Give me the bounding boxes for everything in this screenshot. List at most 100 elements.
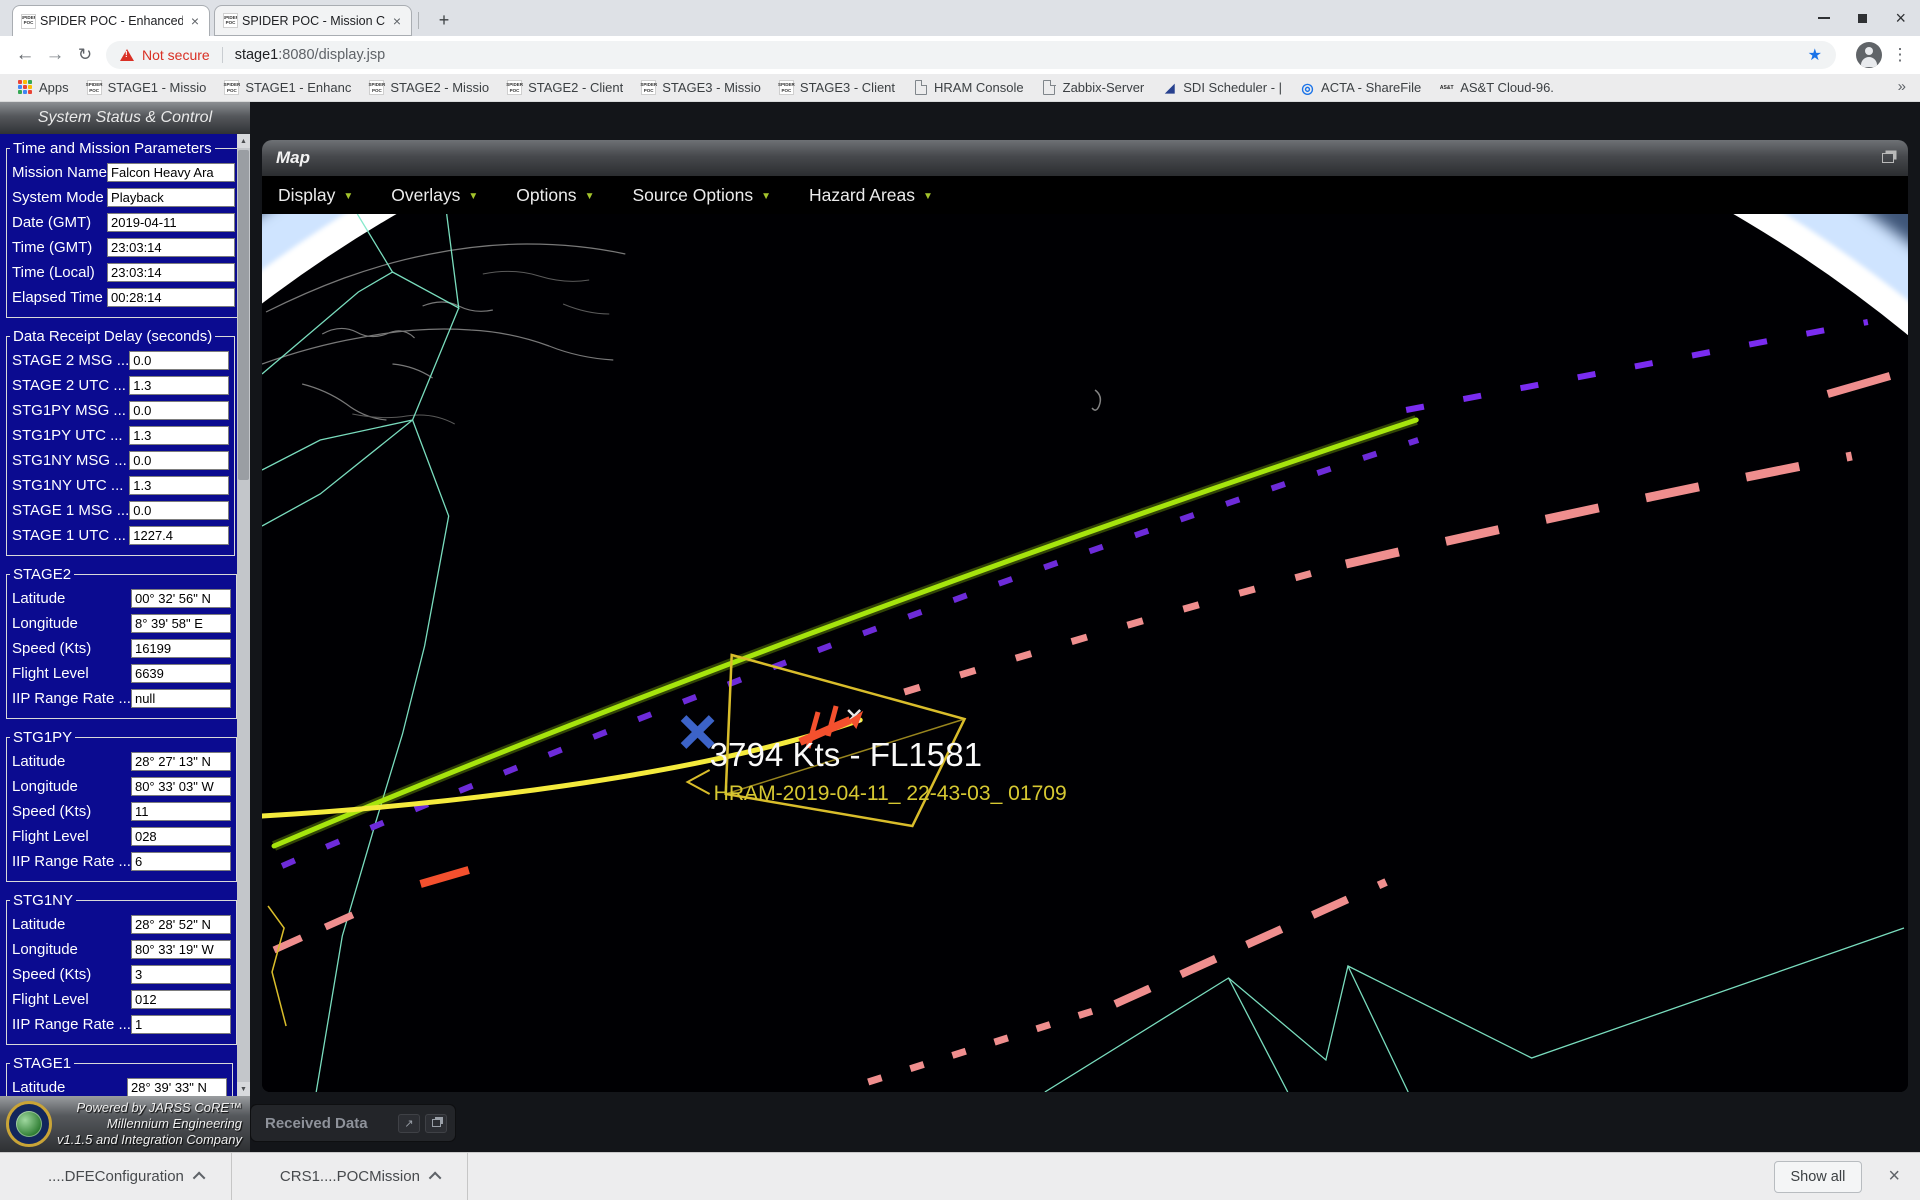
bookmark-label: Apps <box>39 80 69 95</box>
spider-favicon-icon <box>223 13 238 28</box>
favicon-icon <box>1439 80 1454 95</box>
tab-close-icon[interactable] <box>189 13 201 29</box>
field-label: Mission Name <box>12 164 107 181</box>
field-value-input[interactable] <box>131 827 231 846</box>
field-value-input[interactable] <box>129 426 229 445</box>
chevron-up-icon[interactable] <box>193 1172 206 1185</box>
bookmark-item[interactable]: ACTA - ShareFile <box>1292 77 1429 99</box>
field-value-input[interactable] <box>107 288 235 307</box>
show-all-downloads-button[interactable]: Show all <box>1774 1161 1863 1193</box>
bookmark-item[interactable]: STAGE1 - Enhanc <box>216 77 359 99</box>
map-menu-item[interactable]: Hazard Areas <box>809 185 933 206</box>
map-menu-item[interactable]: Source Options <box>632 185 771 206</box>
field-row: Longitude <box>12 777 231 796</box>
field-label: Date (GMT) <box>12 214 91 231</box>
tab-enhanced-display[interactable]: SPIDER POC - Enhanced Sp <box>12 5 210 36</box>
bookmark-item[interactable]: STAGE3 - Missio <box>633 77 769 99</box>
browser-menu-icon[interactable] <box>1890 45 1910 65</box>
field-value-input[interactable] <box>129 451 229 470</box>
forward-icon[interactable] <box>40 40 70 70</box>
field-label: Flight Level <box>12 828 89 845</box>
favicon-icon <box>507 80 522 95</box>
external-link-icon[interactable] <box>398 1114 420 1133</box>
field-value-input[interactable] <box>131 614 231 633</box>
tab-mission-control[interactable]: SPIDER POC - Mission Con <box>214 5 412 36</box>
back-icon[interactable] <box>10 40 40 70</box>
not-secure-label: Not secure <box>142 47 210 63</box>
map-menu-item[interactable]: Display <box>278 185 353 206</box>
scroll-up-icon[interactable] <box>237 134 250 148</box>
field-value-input[interactable] <box>131 852 231 871</box>
field-value-input[interactable] <box>131 589 231 608</box>
minimize-icon[interactable] <box>1818 17 1830 19</box>
field-value-input[interactable] <box>131 915 231 934</box>
field-label: System Mode <box>12 189 104 206</box>
close-window-icon[interactable] <box>1895 9 1906 27</box>
field-value-input[interactable] <box>131 689 231 708</box>
download-item[interactable]: CRS1....POCMission <box>232 1153 467 1200</box>
field-value-input[interactable] <box>131 802 231 821</box>
chevron-down-icon <box>585 188 595 202</box>
bookmark-item[interactable]: STAGE2 - Client <box>499 77 631 99</box>
profile-avatar[interactable] <box>1856 42 1882 68</box>
field-value-input[interactable] <box>131 990 231 1009</box>
field-row: Time (Local) <box>12 263 235 282</box>
field-value-input[interactable] <box>107 213 235 232</box>
scroll-down-icon[interactable] <box>237 1082 250 1096</box>
bookmark-item[interactable]: SDI Scheduler - | <box>1154 77 1290 99</box>
field-value-input[interactable] <box>107 263 235 282</box>
bookmarks-overflow-icon[interactable] <box>1898 78 1912 95</box>
new-tab-button[interactable] <box>430 6 458 34</box>
section-title: STAGE1 <box>10 1055 74 1072</box>
bookmark-item[interactable]: HRAM Console <box>905 77 1032 99</box>
menu-label: Display <box>278 185 335 206</box>
tab-close-icon[interactable] <box>391 13 403 29</box>
sidebar-scrollbar[interactable] <box>237 134 250 1096</box>
field-value-input[interactable] <box>131 639 231 658</box>
bookmark-star-icon[interactable] <box>1808 45 1822 65</box>
field-value-input[interactable] <box>129 376 229 395</box>
field-value-input[interactable] <box>107 238 235 257</box>
field-value-input[interactable] <box>129 476 229 495</box>
bookmark-item[interactable]: Zabbix-Server <box>1034 77 1153 99</box>
field-value-input[interactable] <box>129 401 229 420</box>
not-secure-warning-icon[interactable] <box>120 49 134 61</box>
field-row: STG1NY MSG ... <box>12 451 229 470</box>
bookmark-label: STAGE1 - Enhanc <box>245 80 351 95</box>
field-value-input[interactable] <box>127 1078 227 1096</box>
bookmark-item[interactable]: STAGE2 - Missio <box>361 77 497 99</box>
menu-label: Hazard Areas <box>809 185 915 206</box>
field-value-input[interactable] <box>129 526 229 545</box>
bookmark-item[interactable]: Apps <box>10 77 77 99</box>
bookmark-item[interactable]: AS&T Cloud-96. <box>1431 77 1562 99</box>
popout-icon[interactable] <box>1882 153 1894 163</box>
download-item[interactable]: ....DFEConfiguration <box>0 1153 231 1200</box>
field-value-input[interactable] <box>131 664 231 683</box>
field-value-input[interactable] <box>131 752 231 771</box>
field-row: Flight Level <box>12 990 231 1009</box>
field-value-input[interactable] <box>107 163 235 182</box>
close-downloads-bar-icon[interactable] <box>1888 1165 1900 1188</box>
collapsed-panel[interactable]: Received Data <box>250 1104 456 1142</box>
bookmark-item[interactable]: STAGE3 - Client <box>771 77 903 99</box>
chevron-up-icon[interactable] <box>429 1172 442 1185</box>
maximize-icon[interactable] <box>1858 14 1867 23</box>
field-value-input[interactable] <box>129 351 229 370</box>
map-menu-item[interactable]: Overlays <box>391 185 478 206</box>
field-value-input[interactable] <box>131 940 231 959</box>
field-value-input[interactable] <box>131 1015 231 1034</box>
reload-icon[interactable] <box>70 40 100 70</box>
address-bar[interactable]: Not secure stage1 :8080/display.jsp <box>106 41 1836 69</box>
field-value-input[interactable] <box>131 777 231 796</box>
field-value-input[interactable] <box>131 965 231 984</box>
map-canvas[interactable]: 3794 Kts - FL1581 HRAM-2019-04-11_ 22-43… <box>262 214 1908 1092</box>
map-menu-item[interactable]: Options <box>516 185 594 206</box>
field-label: Latitude <box>12 590 65 607</box>
scrollbar-thumb[interactable] <box>238 150 249 480</box>
field-value-input[interactable] <box>129 501 229 520</box>
restore-panel-icon[interactable] <box>425 1114 447 1133</box>
sidebar-section: STAGE1 Latitude <box>6 1055 233 1096</box>
sidebar-title: System Status & Control <box>38 109 212 127</box>
field-value-input[interactable] <box>107 188 235 207</box>
bookmark-item[interactable]: STAGE1 - Missio <box>79 77 215 99</box>
